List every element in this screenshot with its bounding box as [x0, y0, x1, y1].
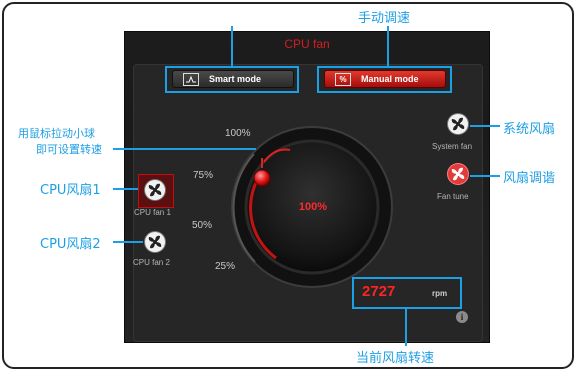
fan-icon[interactable]	[448, 114, 468, 134]
fan-tune-icon[interactable]	[448, 164, 468, 184]
fan-icon	[145, 180, 165, 200]
annotation-manual-speed: 手动调速	[358, 11, 411, 26]
tick-25: 25%	[215, 261, 236, 272]
callout-line-smart	[231, 26, 233, 68]
fan-icon[interactable]	[145, 232, 165, 252]
rpm-value: 2727	[362, 283, 396, 300]
annotation-system-fan: 系统风扇	[503, 122, 556, 137]
annotation-current-speed: 当前风扇转速	[356, 351, 435, 366]
tick-100: 100%	[225, 128, 251, 139]
info-icon[interactable]: i	[456, 311, 468, 323]
rpm-unit: rpm	[432, 289, 448, 298]
cpu-fan-1-label: CPU fan 1	[134, 208, 171, 217]
cpu-fan-2-label: CPU fan 2	[133, 258, 170, 267]
dial-value: 100%	[298, 201, 328, 213]
callout-line-fan-tune	[470, 175, 500, 177]
callout-line-manual	[387, 26, 389, 68]
annotation-drag-hint-1: 用鼠标拉动小球	[18, 127, 95, 140]
callout-line-cpu-fan-2	[113, 241, 143, 243]
annotation-cpu-fan-2: CPU风扇2	[40, 237, 101, 252]
speed-drag-ball	[253, 169, 271, 187]
callout-line-system-fan	[470, 125, 500, 127]
callout-line-drag	[113, 148, 256, 150]
callout-line-cpu-fan-1	[113, 188, 138, 190]
fan-tune-label: Fan tune	[437, 192, 469, 201]
tick-75: 75%	[193, 170, 214, 181]
annotation-cpu-fan-1: CPU风扇1	[40, 183, 101, 198]
annotation-fan-tune: 风扇调谐	[503, 171, 556, 186]
annotation-drag-hint-2: 即可设置转速	[36, 143, 102, 156]
callout-line-rpm	[405, 309, 407, 346]
system-fan-label: System fan	[432, 142, 473, 151]
tick-50: 50%	[192, 220, 213, 231]
